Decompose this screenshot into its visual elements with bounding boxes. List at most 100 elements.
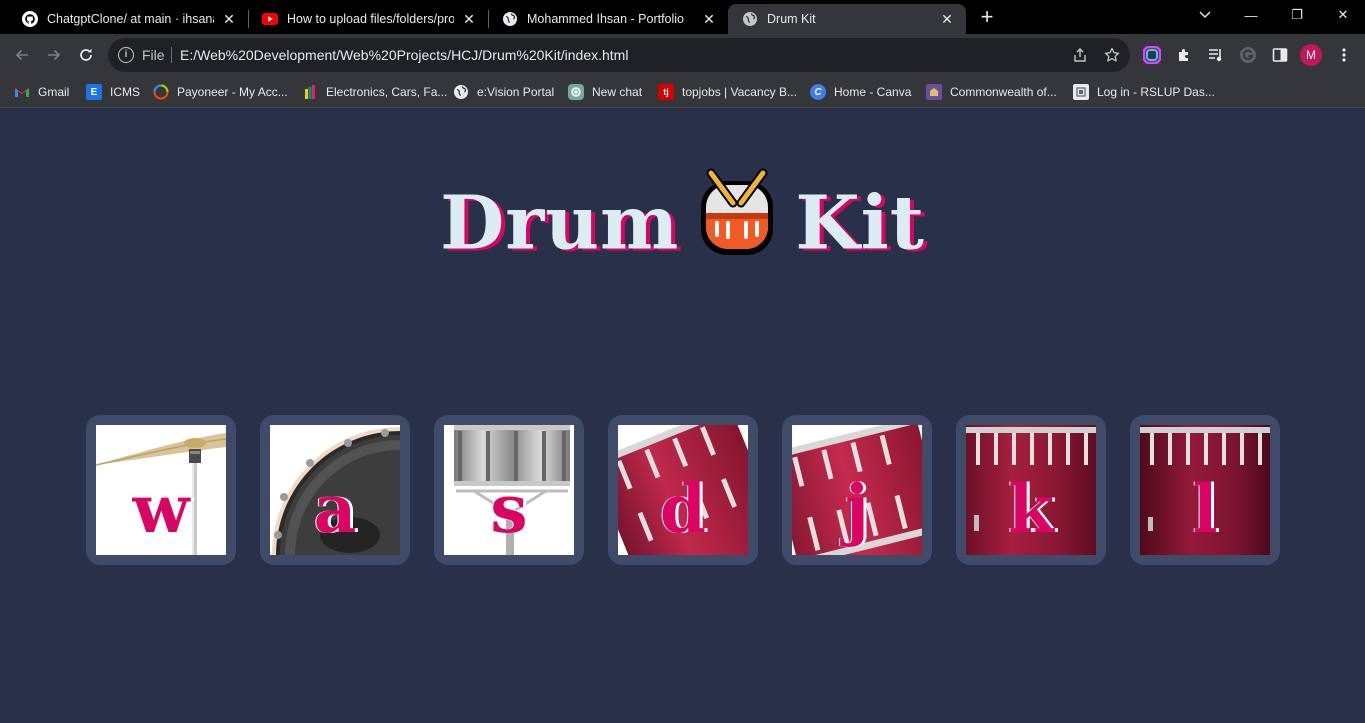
bookmark-label: New chat — [592, 85, 643, 99]
bookmark-commonwealth[interactable]: Commonwealth of... — [926, 82, 1057, 102]
bookmark-label: Home - Canva — [834, 85, 912, 99]
close-icon[interactable]: ✕ — [700, 10, 718, 28]
tab-drum-kit[interactable]: Drum Kit ✕ — [728, 4, 966, 34]
grammarly-icon[interactable] — [1238, 45, 1258, 65]
tab-title: Mohammed Ihsan - Portfolio — [527, 12, 685, 26]
minimize-button[interactable]: — — [1228, 0, 1274, 30]
globe-icon — [453, 84, 469, 100]
title-word-kit: Kit — [795, 180, 925, 267]
tab-search-button[interactable] — [1182, 0, 1228, 30]
chatgpt-icon — [568, 84, 584, 100]
chevron-down-icon — [1199, 11, 1211, 18]
more-menu-icon[interactable] — [1334, 45, 1354, 65]
snare-drum-image: s — [444, 425, 574, 555]
bookmark-gmail[interactable]: Gmail — [14, 82, 69, 102]
topjobs-icon: tj — [658, 84, 674, 100]
key-label: j — [845, 470, 869, 548]
bookmark-rslup[interactable]: Log in - RSLUP Das... — [1073, 82, 1215, 102]
side-panel-icon[interactable] — [1270, 45, 1290, 65]
color-extension-icon[interactable] — [1142, 45, 1162, 65]
tom-1-image: d — [618, 425, 748, 555]
bookmark-label: Log in - RSLUP Das... — [1097, 85, 1215, 99]
drum-pad-a[interactable]: a — [260, 415, 410, 565]
bookmark-evision[interactable]: e:Vision Portal — [453, 82, 554, 102]
back-button[interactable] — [8, 41, 36, 69]
tab-portfolio[interactable]: Mohammed Ihsan - Portfolio ✕ — [488, 4, 728, 34]
bookmark-star-icon[interactable] — [1102, 45, 1122, 65]
bookmark-label: topjobs | Vacancy B... — [682, 85, 797, 99]
gmail-icon — [14, 84, 30, 100]
globe-icon — [742, 11, 758, 27]
close-icon[interactable]: ✕ — [938, 10, 956, 28]
key-label: l — [1192, 470, 1218, 548]
key-label: w — [132, 470, 190, 548]
bookmark-payoneer[interactable]: Payoneer - My Acc... — [153, 82, 288, 102]
bookmark-label: Gmail — [38, 85, 70, 99]
tab-youtube[interactable]: How to upload files/folders/projects ✕ — [248, 4, 488, 34]
globe-icon — [502, 11, 518, 27]
window-close-button[interactable]: ✕ — [1320, 0, 1365, 30]
kick-drum-image: a — [270, 425, 400, 555]
tab-github[interactable]: ChatgptClone/ at main · ihsanakmal ✕ — [8, 4, 248, 34]
bookmark-label: Electronics, Cars, Fa... — [326, 85, 448, 99]
bookmark-topjobs[interactable]: tj topjobs | Vacancy B... — [658, 82, 797, 102]
share-icon[interactable] — [1070, 45, 1090, 65]
bookmark-label: Payoneer - My Acc... — [177, 85, 288, 99]
tom-4-image: l — [1140, 425, 1270, 555]
rslup-icon — [1073, 84, 1089, 100]
drum-pad-l[interactable]: l — [1130, 415, 1280, 565]
bookmark-label: Commonwealth of... — [950, 85, 1057, 99]
tom-3-image: k — [966, 425, 1096, 555]
bookmark-canva[interactable]: C Home - Canva — [810, 82, 911, 102]
tab-strip: ChatgptClone/ at main · ihsanakmal ✕ How… — [0, 0, 1365, 34]
reload-button[interactable] — [72, 41, 100, 69]
canva-icon: C — [810, 84, 826, 100]
restore-button[interactable]: ❐ — [1274, 0, 1320, 30]
page-title: Drum Kit — [0, 168, 1365, 283]
forward-button[interactable] — [40, 41, 68, 69]
crash-cymbal-image: w — [96, 425, 226, 555]
bookmark-label: ICMS — [110, 85, 140, 99]
github-icon — [22, 11, 38, 27]
bookmark-ikman[interactable]: Electronics, Cars, Fa... — [302, 82, 447, 102]
icms-icon: E — [86, 84, 102, 100]
drum-pad-row: w a s d j k l — [86, 415, 1280, 565]
tom-2-image: j — [792, 425, 922, 555]
extensions-puzzle-icon[interactable] — [1174, 45, 1194, 65]
drum-pad-j[interactable]: j — [782, 415, 932, 565]
drum-pad-s[interactable]: s — [434, 415, 584, 565]
tab-title: Drum Kit — [767, 12, 816, 26]
commonwealth-icon — [926, 84, 942, 100]
tab-title: ChatgptClone/ at main · ihsanakmal — [47, 12, 214, 26]
page-content: Drum Kit w a s d j k l — [0, 109, 1365, 723]
browser-toolbar: i File E:/Web%20Development/Web%20Projec… — [0, 34, 1365, 76]
bookmark-label: e:Vision Portal — [477, 85, 555, 99]
reload-icon — [80, 48, 92, 61]
omnibox-divider — [171, 47, 172, 63]
payoneer-icon — [153, 84, 169, 100]
bookmark-icms[interactable]: E ICMS — [86, 82, 140, 102]
media-controls-icon[interactable] — [1206, 45, 1226, 65]
profile-avatar[interactable]: M — [1300, 44, 1322, 66]
close-icon[interactable]: ✕ — [460, 10, 478, 28]
drum-emoji-icon — [697, 167, 777, 275]
info-icon[interactable]: i — [118, 47, 134, 63]
arrow-right-icon — [48, 49, 61, 61]
arrow-left-icon — [15, 49, 28, 61]
scheme-label: File — [142, 47, 165, 63]
key-label: k — [1008, 470, 1054, 548]
bookmarks-bar: Gmail E ICMS Payoneer - My Acc... Electr… — [0, 76, 1365, 108]
drum-pad-k[interactable]: k — [956, 415, 1106, 565]
key-label: s — [490, 470, 528, 548]
bookmark-new-chat[interactable]: New chat — [568, 82, 642, 102]
close-icon[interactable]: ✕ — [220, 10, 238, 28]
youtube-icon — [262, 11, 278, 27]
title-word-drum: Drum — [440, 180, 680, 267]
drum-pad-d[interactable]: d — [608, 415, 758, 565]
drum-pad-w[interactable]: w — [86, 415, 236, 565]
url-text[interactable]: E:/Web%20Development/Web%20Projects/HCJ/… — [180, 47, 628, 63]
key-label: a — [313, 470, 357, 548]
key-label: d — [659, 470, 707, 548]
address-bar[interactable]: i File E:/Web%20Development/Web%20Projec… — [108, 38, 1130, 72]
new-tab-button[interactable]: + — [975, 6, 999, 30]
